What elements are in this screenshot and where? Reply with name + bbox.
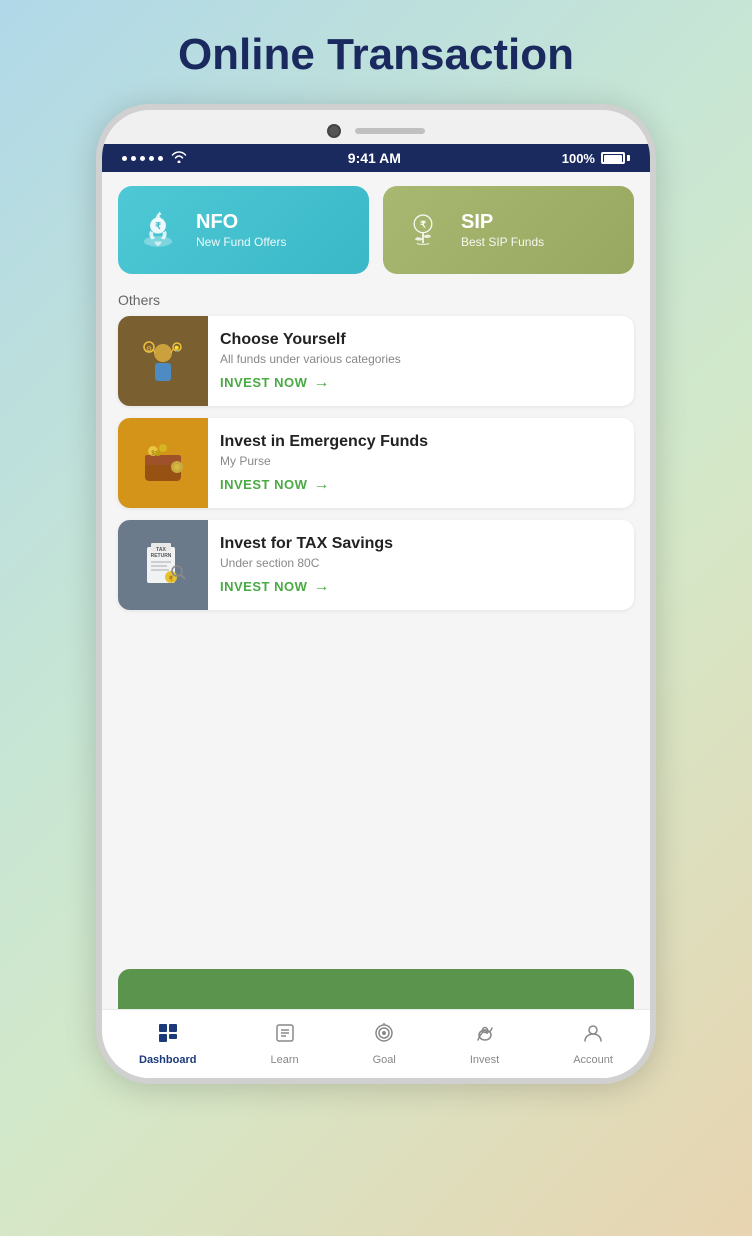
nav-item-dashboard[interactable]: Dashboard [127, 1018, 208, 1070]
choose-subtitle: All funds under various categories [220, 352, 401, 366]
tax-image: TAX RETURN ₹ [118, 520, 208, 610]
sip-title: SIP [461, 211, 544, 233]
choose-cta-label: INVEST NOW [220, 375, 307, 390]
nfo-title: NFO [196, 211, 286, 233]
card-area: ₹ NFO New Fund Offers [102, 172, 650, 288]
phone-camera-area [327, 124, 425, 138]
svg-text:₹: ₹ [420, 219, 426, 229]
nfo-card-icon: ₹ [132, 204, 184, 256]
tax-cta-label: INVEST NOW [220, 579, 307, 594]
tax-content: Invest for TAX Savings Under section 80C… [208, 520, 405, 610]
dashboard-label: Dashboard [139, 1054, 196, 1066]
invest-icon [474, 1022, 496, 1050]
others-label: Others [102, 288, 650, 316]
list-item-tax[interactable]: TAX RETURN ₹ Invest for TAX Savin [118, 520, 634, 610]
account-icon [582, 1022, 604, 1050]
tax-invest-btn[interactable]: INVEST NOW → [220, 578, 393, 596]
signal-dot-2 [131, 156, 136, 161]
status-left [122, 150, 187, 166]
choose-invest-btn[interactable]: INVEST NOW → [220, 374, 401, 392]
choose-image: ⚙ 💡 [118, 316, 208, 406]
invest-label: Invest [470, 1054, 499, 1066]
tax-title: Invest for TAX Savings [220, 535, 393, 553]
choose-content: Choose Yourself All funds under various … [208, 316, 413, 406]
phone-top [102, 110, 650, 144]
partial-card [118, 969, 634, 1009]
svg-text:💡: 💡 [173, 345, 180, 353]
goal-label: Goal [373, 1054, 396, 1066]
signal-dot-1 [122, 156, 127, 161]
nfo-subtitle: New Fund Offers [196, 235, 286, 249]
learn-label: Learn [270, 1054, 298, 1066]
signal-dot-3 [140, 156, 145, 161]
phone-speaker [355, 128, 425, 134]
battery-body [601, 152, 625, 164]
learn-icon [274, 1022, 296, 1050]
emergency-arrow-icon: → [313, 476, 330, 494]
status-right: 100% [562, 151, 630, 166]
account-label: Account [573, 1054, 613, 1066]
nav-item-learn[interactable]: Learn [258, 1018, 310, 1070]
sip-card[interactable]: ₹ SIP Best SIP Funds [383, 186, 634, 274]
tax-subtitle: Under section 80C [220, 556, 393, 570]
signal-dot-5 [158, 156, 163, 161]
wifi-icon [171, 150, 187, 166]
svg-text:₹: ₹ [155, 221, 161, 231]
sip-card-text: SIP Best SIP Funds [461, 211, 544, 249]
battery-tip [627, 155, 630, 161]
goal-icon [373, 1022, 395, 1050]
dashboard-icon [157, 1022, 179, 1050]
nfo-card[interactable]: ₹ NFO New Fund Offers [118, 186, 369, 274]
emergency-subtitle: My Purse [220, 454, 428, 468]
signal-dot-4 [149, 156, 154, 161]
list-item-choose[interactable]: ⚙ 💡 Choose Yourself All funds under vari… [118, 316, 634, 406]
phone-screen: ₹ NFO New Fund Offers [102, 172, 650, 1078]
svg-text:RETURN: RETURN [151, 553, 172, 559]
phone-shell: 9:41 AM 100% [96, 104, 656, 1084]
nfo-card-text: NFO New Fund Offers [196, 211, 286, 249]
status-bar: 9:41 AM 100% [102, 144, 650, 172]
emergency-image: $ [118, 418, 208, 508]
nav-item-invest[interactable]: Invest [458, 1018, 511, 1070]
sip-card-icon: ₹ [397, 204, 449, 256]
emergency-invest-btn[interactable]: INVEST NOW → [220, 476, 428, 494]
battery-fill [604, 155, 622, 163]
emergency-title: Invest in Emergency Funds [220, 433, 428, 451]
choose-arrow-icon: → [313, 374, 330, 392]
nav-item-goal[interactable]: Goal [361, 1018, 408, 1070]
list-item-emergency[interactable]: $ Invest in Emergency Funds My Purse INV… [118, 418, 634, 508]
emergency-cta-label: INVEST NOW [220, 477, 307, 492]
status-time: 9:41 AM [348, 150, 401, 166]
choose-title: Choose Yourself [220, 331, 401, 349]
page-title: Online Transaction [178, 30, 574, 80]
sip-subtitle: Best SIP Funds [461, 235, 544, 249]
emergency-content: Invest in Emergency Funds My Purse INVES… [208, 418, 440, 508]
nav-item-account[interactable]: Account [561, 1018, 625, 1070]
svg-text:₹: ₹ [169, 575, 174, 583]
tax-arrow-icon: → [313, 578, 330, 596]
battery-percent: 100% [562, 151, 595, 166]
list-area: ⚙ 💡 Choose Yourself All funds under vari… [102, 316, 650, 969]
svg-text:⚙: ⚙ [146, 345, 152, 353]
phone-camera [327, 124, 341, 138]
battery-icon [601, 152, 630, 164]
bottom-nav: Dashboard Learn [102, 1009, 650, 1078]
